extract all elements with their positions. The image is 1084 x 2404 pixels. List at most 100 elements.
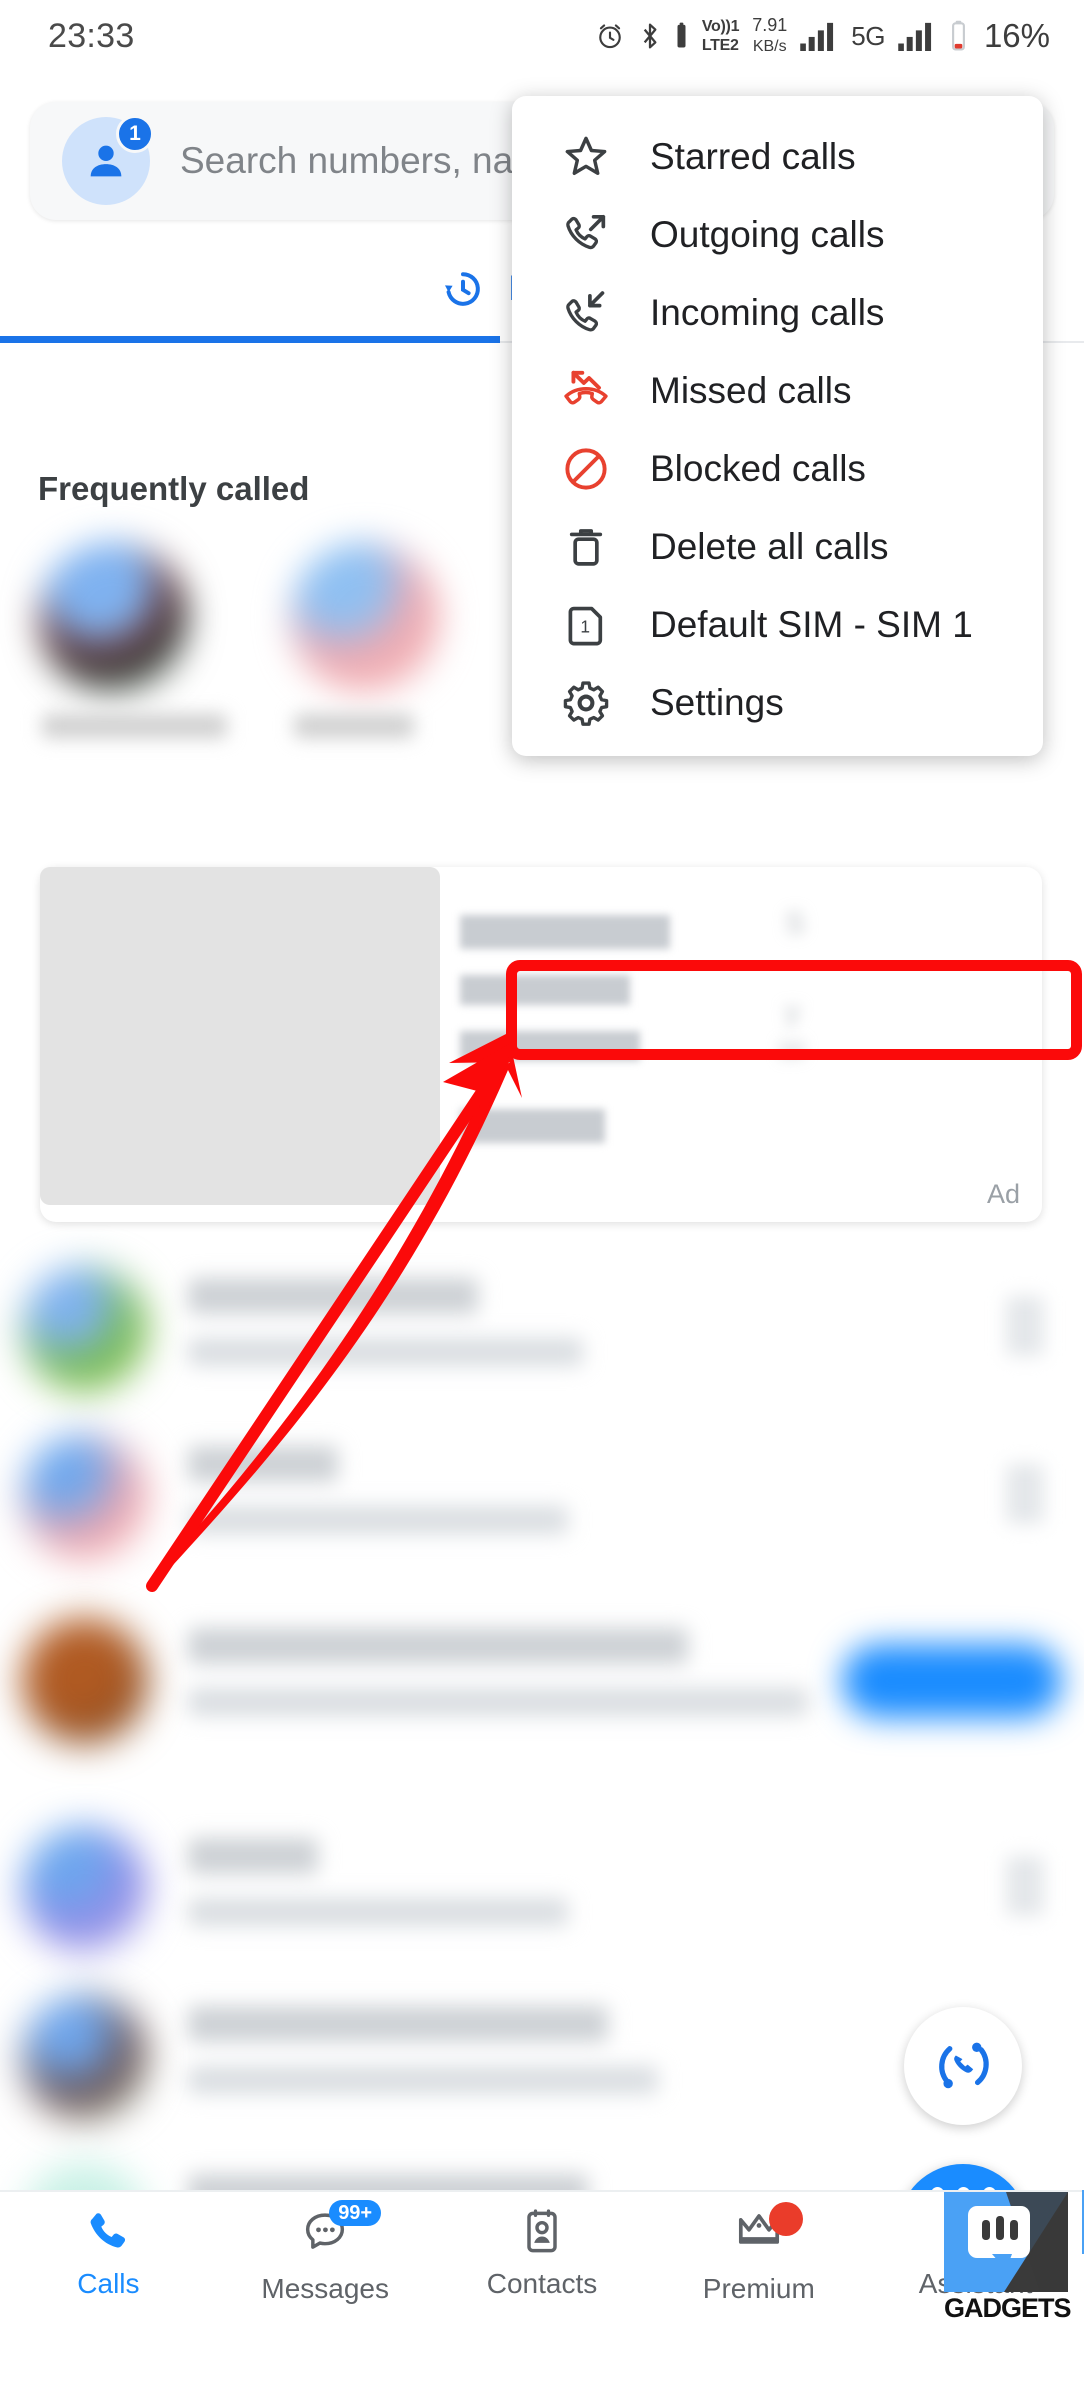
menu-item-blocked-calls[interactable]: Blocked calls xyxy=(512,430,1043,508)
nav-item-contacts[interactable]: Contacts xyxy=(434,2206,651,2300)
menu-item-default-sim-label: Default SIM - SIM 1 xyxy=(650,604,973,645)
call-meta-redacted xyxy=(188,1688,808,1716)
data-speed-value: 7.91 xyxy=(752,15,788,35)
menu-item-starred-calls-label: Starred calls xyxy=(650,136,856,177)
nav-item-messages-label: Messages xyxy=(261,2273,389,2304)
call-connect-fab[interactable] xyxy=(904,2007,1022,2125)
menu-item-missed-calls-label: Missed calls xyxy=(650,370,852,411)
data-speed-indicator: 7.91 KB/s xyxy=(752,15,787,57)
call-action-icon[interactable] xyxy=(1006,1296,1044,1356)
watermark-label: GADGETS xyxy=(944,2293,1072,2323)
phone-icon xyxy=(91,2213,126,2248)
network-type-label: 5G xyxy=(851,20,885,51)
call-meta-redacted xyxy=(188,2066,658,2094)
battery-low-icon xyxy=(951,20,965,51)
gear-settings-icon xyxy=(560,677,616,729)
avatar[interactable]: 1 xyxy=(62,115,154,205)
ad-label: Ad xyxy=(986,1179,1020,1209)
contact-avatar xyxy=(22,1618,148,1744)
nav-item-messages[interactable]: 99+ Messages xyxy=(217,2200,434,2305)
bluetooth-icon xyxy=(643,23,657,49)
nav-item-calls[interactable]: Calls xyxy=(0,2206,217,2300)
call-list-item[interactable] xyxy=(0,1588,1084,1788)
menu-item-delete-all-calls-label: Delete all calls xyxy=(650,526,889,567)
call-list-item[interactable] xyxy=(0,1812,1084,1982)
nav-item-calls-label: Calls xyxy=(77,2268,140,2299)
menu-item-incoming-calls-label: Incoming calls xyxy=(650,292,885,333)
phone-screenshot: 23:33 Vo))1 LTE2 7.91 KB/s 5G 16% 1 Sear… xyxy=(0,0,1084,2404)
volte-line-1: Vo))1 xyxy=(701,18,740,35)
menu-item-outgoing-calls-label: Outgoing calls xyxy=(650,214,885,255)
phone-outgoing-icon xyxy=(560,209,616,261)
overflow-dropdown-menu: Starred calls Outgoing calls Incoming ca… xyxy=(512,96,1043,756)
menu-item-settings[interactable]: Settings xyxy=(512,664,1043,742)
gadgets-logo-icon: GADGETS xyxy=(944,2190,1084,2324)
contact-avatar xyxy=(22,1434,148,1560)
star-outline-icon xyxy=(560,131,616,183)
menu-item-missed-calls[interactable]: Missed calls xyxy=(512,352,1043,430)
nav-item-premium[interactable]: Premium xyxy=(650,2202,867,2305)
nav-item-contacts-label: Contacts xyxy=(486,2268,598,2299)
volte-line-2: LTE2 xyxy=(701,37,739,54)
contact-name-redacted xyxy=(294,714,414,738)
ad-side-text-redacted: S xyxy=(785,907,806,940)
phone-missed-icon xyxy=(560,365,616,417)
call-list-item[interactable] xyxy=(0,1420,1084,1590)
caller-name-redacted xyxy=(188,1838,318,1874)
status-bar: 23:33 Vo))1 LTE2 7.91 KB/s 5G 16% xyxy=(0,0,1084,72)
menu-item-outgoing-calls[interactable]: Outgoing calls xyxy=(512,196,1043,274)
contact-avatar xyxy=(22,1826,148,1952)
sim-card-1-icon: 1 xyxy=(560,599,616,651)
menu-item-blocked-calls-label: Blocked calls xyxy=(650,448,866,489)
signal-bars-icon xyxy=(800,22,834,51)
call-connect-icon xyxy=(939,2042,989,2089)
phone-incoming-icon xyxy=(560,287,616,339)
contact-name-redacted xyxy=(42,714,227,738)
block-circle-icon xyxy=(560,443,616,495)
menu-item-delete-all-calls[interactable]: Delete all calls xyxy=(512,508,1043,586)
frequent-contact-item[interactable] xyxy=(290,542,490,738)
call-list-item[interactable] xyxy=(0,1252,1084,1422)
ad-title-redacted xyxy=(460,915,670,949)
svg-text:1: 1 xyxy=(580,616,590,636)
premium-badge-dot xyxy=(768,2202,803,2236)
alarm-clock-icon xyxy=(599,24,621,49)
frequent-contact-item[interactable] xyxy=(38,542,238,738)
call-action-icon[interactable] xyxy=(1006,1856,1044,1916)
battery-percent-label: 16% xyxy=(983,17,1050,54)
call-meta-redacted xyxy=(188,1506,568,1534)
signal-bars-icon xyxy=(898,22,931,51)
caller-name-redacted xyxy=(188,1446,338,1482)
menu-item-default-sim[interactable]: 1 Default SIM - SIM 1 xyxy=(512,586,1043,664)
contact-avatar xyxy=(22,1266,148,1392)
contact-card-icon xyxy=(527,2209,557,2253)
gadgets-logo-mark xyxy=(944,2192,1068,2292)
volte-indicator: Vo))1 LTE2 xyxy=(701,17,740,55)
avatar-badge-count: 1 xyxy=(116,115,154,153)
menu-item-starred-calls[interactable]: Starred calls xyxy=(512,118,1043,196)
settings-highlight-box xyxy=(506,960,1082,1060)
nav-item-premium-label: Premium xyxy=(702,2273,815,2304)
highlight-rect xyxy=(506,960,1082,1060)
status-clock: 23:33 xyxy=(48,16,135,55)
data-speed-unit: KB/s xyxy=(752,38,787,55)
status-icons: Vo))1 LTE2 7.91 KB/s 5G 16% xyxy=(594,15,1050,57)
caller-name-redacted xyxy=(188,1278,478,1314)
ad-thumbnail xyxy=(40,867,440,1205)
call-cta-button[interactable] xyxy=(842,1644,1062,1718)
bottom-navigation-bar: Calls 99+ Messages Contacts Premium GADG… xyxy=(0,2190,1084,2330)
call-action-icon[interactable] xyxy=(1006,1464,1044,1524)
caller-name-redacted xyxy=(188,1628,688,1664)
ad-cta-redacted xyxy=(460,1109,605,1143)
tab-active-indicator xyxy=(0,336,500,343)
contact-avatar xyxy=(290,542,440,692)
menu-item-settings-label: Settings xyxy=(650,682,784,723)
messages-badge-count: 99+ xyxy=(329,2200,382,2226)
trash-bin-icon xyxy=(560,521,616,573)
contact-avatar xyxy=(22,1994,148,2120)
caller-name-redacted xyxy=(188,2006,608,2042)
contact-avatar xyxy=(38,542,188,692)
history-clock-icon xyxy=(444,272,480,306)
call-meta-redacted xyxy=(188,1898,568,1926)
menu-item-incoming-calls[interactable]: Incoming calls xyxy=(512,274,1043,352)
